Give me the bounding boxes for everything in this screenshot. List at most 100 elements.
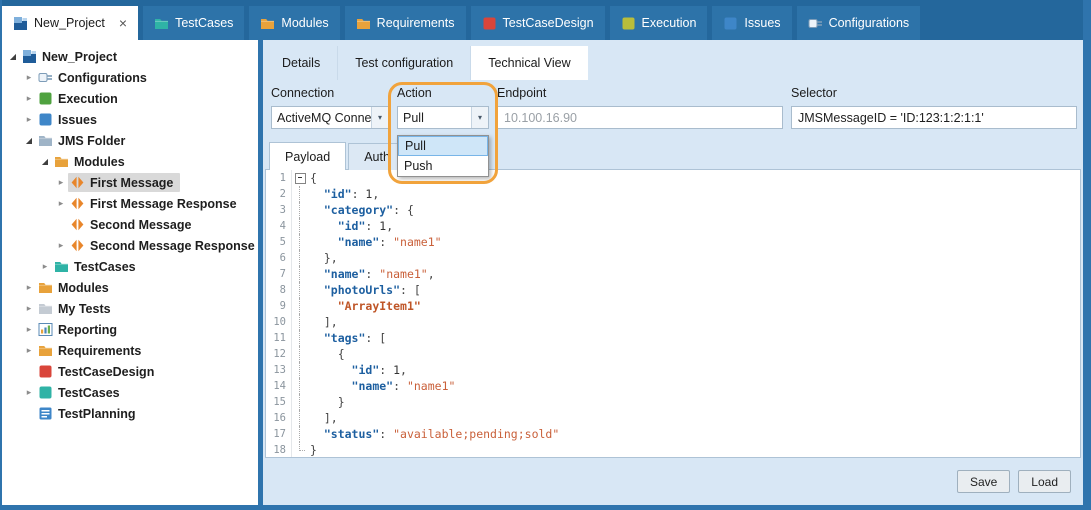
view-tab-test-configuration[interactable]: Test configuration <box>338 46 471 80</box>
tab-configurations[interactable]: Configurations <box>797 6 921 40</box>
chevron-down-icon[interactable] <box>371 107 388 128</box>
tree-item-modules[interactable]: Modules <box>2 151 258 172</box>
tree-item-first-message-response[interactable]: First Message Response <box>2 193 258 214</box>
tab-modules[interactable]: Modules <box>249 6 339 40</box>
dropdown-option-pull[interactable]: Pull <box>398 136 488 156</box>
action-dropdown[interactable]: Pull <box>397 106 489 129</box>
tab-requirements[interactable]: Requirements <box>345 6 466 40</box>
view-tab-details[interactable]: Details <box>265 46 338 80</box>
tree-item-label: My Tests <box>58 302 111 316</box>
fold-guide <box>292 330 307 346</box>
tree-item-modules[interactable]: Modules <box>2 277 258 298</box>
folder-orange-icon <box>38 280 53 295</box>
folder-gray-icon <box>38 133 53 148</box>
tree-item-requirements[interactable]: Requirements <box>2 340 258 361</box>
tree-item-first-message[interactable]: First Message <box>2 172 258 193</box>
editor-tab-label: Payload <box>285 150 330 164</box>
connection-dropdown[interactable]: ActiveMQ Conne <box>271 106 389 129</box>
square-olive-icon <box>621 16 636 31</box>
tree-item-jms-folder[interactable]: JMS Folder <box>2 130 258 151</box>
expand-arrow-icon[interactable] <box>22 72 36 83</box>
tree-item-content: First Message <box>68 173 180 192</box>
editor-tab-payload[interactable]: Payload <box>269 142 346 170</box>
tree-item-label: Issues <box>58 113 97 127</box>
code-text: "tags": [ <box>307 330 386 346</box>
tree-item-testcasedesign[interactable]: TestCaseDesign <box>2 361 258 382</box>
code-text: "name": "name1" <box>307 378 455 394</box>
code-line: 10 ], <box>266 314 1080 330</box>
close-icon[interactable] <box>119 16 127 30</box>
tree-item-content: TestCaseDesign <box>36 362 161 381</box>
square-red-icon <box>482 16 497 31</box>
fold-guide <box>292 426 307 442</box>
connection-field-group: Connection ActiveMQ Conne <box>271 86 389 129</box>
line-number: 11 <box>266 330 292 346</box>
tree-item-content: Second Message Response <box>68 236 262 255</box>
expand-arrow-icon[interactable] <box>22 303 36 314</box>
endpoint-field-group: Endpoint 10.100.16.90 <box>497 86 783 129</box>
code-line: 14 "name": "name1" <box>266 378 1080 394</box>
code-text: "photoUrls": [ <box>307 282 421 298</box>
expand-arrow-icon[interactable] <box>22 387 36 398</box>
tree-item-label: Execution <box>58 92 118 106</box>
expand-arrow-icon[interactable] <box>22 345 36 356</box>
tree-item-content: Configurations <box>36 68 154 87</box>
fold-collapse-icon[interactable] <box>292 170 307 186</box>
tab-testcases[interactable]: TestCases <box>143 6 244 40</box>
expand-arrow-icon[interactable] <box>54 198 68 209</box>
collapse-arrow-icon[interactable] <box>22 136 36 145</box>
tree-item-execution[interactable]: Execution <box>2 88 258 109</box>
config-icon <box>38 70 53 85</box>
code-line: 3 "category": { <box>266 202 1080 218</box>
code-text: ], <box>307 314 338 330</box>
expand-arrow-icon[interactable] <box>22 324 36 335</box>
tree-item-testcases[interactable]: TestCases <box>2 256 258 277</box>
tree-item-new-project[interactable]: New_Project <box>2 46 258 67</box>
fold-guide <box>292 250 307 266</box>
tab-label: TestCaseDesign <box>503 16 594 30</box>
tab-new-project[interactable]: New_Project <box>2 6 138 40</box>
tab-testcasedesign[interactable]: TestCaseDesign <box>471 6 605 40</box>
connection-form: Connection ActiveMQ Conne Action Pull En… <box>271 86 1077 129</box>
tree-item-second-message-response[interactable]: Second Message Response <box>2 235 258 256</box>
tree-item-configurations[interactable]: Configurations <box>2 67 258 88</box>
view-tab-technical-view[interactable]: Technical View <box>471 46 587 80</box>
fold-guide <box>292 298 307 314</box>
tree-item-label: TestCaseDesign <box>58 365 154 379</box>
load-button[interactable]: Load <box>1018 470 1071 493</box>
line-number: 9 <box>266 298 292 314</box>
expand-arrow-icon[interactable] <box>22 282 36 293</box>
dropdown-option-push[interactable]: Push <box>398 156 488 176</box>
line-number: 2 <box>266 186 292 202</box>
tab-execution[interactable]: Execution <box>610 6 708 40</box>
expand-arrow-icon[interactable] <box>54 177 68 188</box>
collapse-arrow-icon[interactable] <box>38 157 52 166</box>
tree-item-my-tests[interactable]: My Tests <box>2 298 258 319</box>
save-button[interactable]: Save <box>957 470 1010 493</box>
tab-issues[interactable]: Issues <box>712 6 791 40</box>
line-number: 6 <box>266 250 292 266</box>
editor-buttons: Save Load <box>263 470 1071 493</box>
fold-guide <box>292 394 307 410</box>
collapse-arrow-icon[interactable] <box>6 52 20 61</box>
code-editor[interactable]: 1{2 "id": 1,3 "category": {4 "id": 1,5 "… <box>265 169 1081 458</box>
selector-input[interactable]: JMSMessageID = 'ID:123:1:2:1:1' <box>791 106 1077 129</box>
tree-item-reporting[interactable]: Reporting <box>2 319 258 340</box>
endpoint-value: 10.100.16.90 <box>504 111 577 125</box>
expand-arrow-icon[interactable] <box>54 240 68 251</box>
tree-item-issues[interactable]: Issues <box>2 109 258 130</box>
code-line: 2 "id": 1, <box>266 186 1080 202</box>
endpoint-input[interactable]: 10.100.16.90 <box>497 106 783 129</box>
tree-item-content: Requirements <box>36 341 148 360</box>
tree-item-testplanning[interactable]: TestPlanning <box>2 403 258 424</box>
tree-item-content: TestCases <box>52 257 143 276</box>
expand-arrow-icon[interactable] <box>22 114 36 125</box>
view-tab-label: Details <box>282 56 320 70</box>
expand-arrow-icon[interactable] <box>38 261 52 272</box>
endpoint-label: Endpoint <box>497 86 783 106</box>
tree-item-second-message[interactable]: Second Message <box>2 214 258 235</box>
expand-arrow-icon[interactable] <box>22 93 36 104</box>
tree-item-testcases[interactable]: TestCases <box>2 382 258 403</box>
chevron-down-icon[interactable] <box>471 107 488 128</box>
action-dropdown-popup: PullPush <box>397 135 489 177</box>
